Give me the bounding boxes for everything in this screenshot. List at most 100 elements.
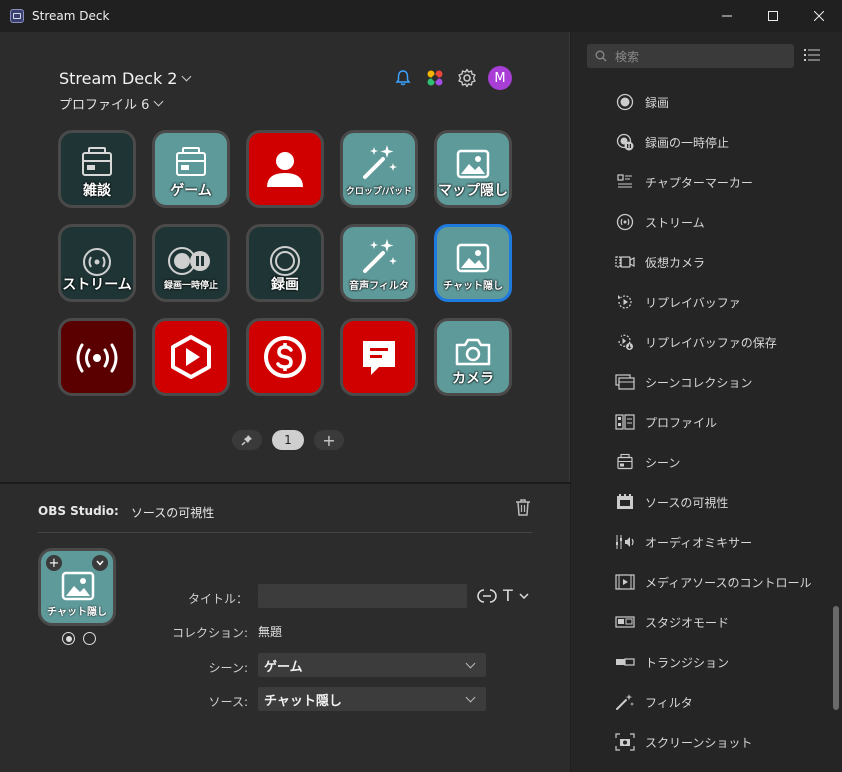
action-audio-mixer[interactable]: オーディオミキサー <box>571 522 831 562</box>
profile-name: プロファイル 6 <box>59 98 150 113</box>
minimize-button[interactable] <box>704 0 750 32</box>
profile-selector[interactable]: プロファイル 6 <box>59 94 164 113</box>
delete-button[interactable] <box>515 498 531 519</box>
add-state-button[interactable]: + <box>46 555 62 571</box>
list-view-button[interactable] <box>804 48 820 65</box>
action-media-control[interactable]: メディアソースのコントロール <box>571 562 831 602</box>
page-indicator[interactable]: 1 <box>272 430 304 450</box>
key-chat-hide[interactable]: チャット隠し <box>434 224 512 302</box>
studio-mode-icon <box>615 616 635 628</box>
key-chat[interactable] <box>340 318 418 396</box>
key-label: ストリーム <box>62 277 132 293</box>
action-name: ソースの可視性 <box>130 506 215 520</box>
chapter-marker-icon <box>617 174 632 188</box>
scene-icon <box>82 147 112 176</box>
transition-icon <box>616 658 635 666</box>
record-pause-icon <box>616 133 634 151</box>
device-name: Stream Deck 2 <box>59 69 178 88</box>
scene-label: シーン: <box>208 661 248 675</box>
state-menu-button[interactable] <box>92 555 108 571</box>
action-label: シーンコレクション <box>645 375 753 390</box>
notification-button[interactable] <box>392 67 414 89</box>
action-label: スタジオモード <box>645 615 730 630</box>
state-radio-1[interactable] <box>62 632 75 645</box>
key-map-hide[interactable]: マップ隠し <box>434 130 512 208</box>
avatar[interactable]: M <box>488 66 512 90</box>
key-record[interactable]: 録画 <box>246 224 324 302</box>
action-scene-collection[interactable]: シーンコレクション <box>571 362 831 402</box>
audio-mixer-icon <box>616 535 634 549</box>
title-label: タイトル： <box>187 592 248 606</box>
key-camera[interactable]: カメラ <box>434 318 512 396</box>
action-chapter-marker[interactable]: チャプターマーカー <box>571 162 831 202</box>
device-selector[interactable]: Stream Deck 2 <box>59 69 192 88</box>
state-radio-2[interactable] <box>83 632 96 645</box>
source-label: ソース: <box>208 695 248 709</box>
broadcast-icon <box>76 343 118 373</box>
key-record-pause[interactable]: 録画一時停止 <box>152 224 230 302</box>
source-value: チャット隠し <box>264 693 342 709</box>
virtual-camera-icon <box>615 256 635 268</box>
scene-icon <box>176 147 206 176</box>
key-game[interactable]: ゲーム <box>152 130 230 208</box>
action-scene[interactable]: シーン <box>571 442 831 482</box>
link-icon[interactable] <box>477 587 497 605</box>
chevron-down-icon <box>182 71 192 82</box>
key-person[interactable] <box>246 130 324 208</box>
image-icon <box>456 149 490 179</box>
stream-icon <box>616 213 634 231</box>
dollar-icon <box>264 336 306 378</box>
source-select[interactable]: チャット隠し <box>258 687 486 711</box>
magic-wand-icon <box>363 145 397 179</box>
action-replay-buffer[interactable]: リプレイバッファ <box>571 282 831 322</box>
action-record-pause[interactable]: 録画の一時停止 <box>571 122 831 162</box>
title-input[interactable] <box>258 584 467 608</box>
key-label: 音声フィルタ <box>349 281 409 292</box>
plugin-name: OBS Studio: <box>38 504 119 518</box>
key-video-play[interactable] <box>152 318 230 396</box>
maximize-button[interactable] <box>750 0 796 32</box>
key-zatsudan[interactable]: 雑談 <box>58 130 136 208</box>
action-stream[interactable]: ストリーム <box>571 202 831 242</box>
key-stream[interactable]: ストリーム <box>58 224 136 302</box>
scene-select[interactable]: ゲーム <box>258 653 486 677</box>
record-icon <box>616 93 634 111</box>
add-page-button[interactable]: + <box>314 430 344 450</box>
action-label: シーン <box>645 455 681 470</box>
action-label: チャプターマーカー <box>645 175 753 190</box>
text-format-button[interactable]: T <box>503 586 513 605</box>
marketplace-button[interactable] <box>424 67 446 89</box>
key-audio-filter[interactable]: 音声フィルタ <box>340 224 418 302</box>
scrollbar[interactable] <box>830 82 842 772</box>
magic-wand-icon <box>363 239 397 273</box>
action-transition[interactable]: トランジション <box>571 642 831 682</box>
action-replay-save[interactable]: リプレイバッファの保存 <box>571 322 831 362</box>
chevron-down-icon <box>465 658 476 668</box>
person-icon <box>267 152 303 187</box>
action-profile[interactable]: プロファイル <box>571 402 831 442</box>
action-virtual-camera[interactable]: 仮想カメラ <box>571 242 831 282</box>
key-crop-pad[interactable]: クロップ/パッド <box>340 130 418 208</box>
property-inspector: OBS Studio: ソースの可視性 + チャット隠し タイトル： T コレク… <box>0 484 570 772</box>
search-input[interactable]: 検索 <box>587 44 794 68</box>
scrollbar-thumb[interactable] <box>833 606 839 710</box>
key-label: ゲーム <box>170 183 212 199</box>
action-studio-mode[interactable]: スタジオモード <box>571 602 831 642</box>
window-title: Stream Deck <box>32 9 110 23</box>
action-record[interactable]: 録画 <box>571 82 831 122</box>
action-source-visibility[interactable]: ソースの可視性 <box>571 482 831 522</box>
replay-buffer-icon <box>618 295 632 309</box>
close-button[interactable] <box>796 0 842 32</box>
pin-button[interactable] <box>232 430 262 450</box>
key-preview[interactable]: + チャット隠し <box>38 548 116 626</box>
key-label: チャット隠し <box>443 281 503 292</box>
canvas-panel: Stream Deck 2 プロファイル 6 M 雑談 ゲーム クロップ/パッド… <box>0 32 570 772</box>
search-placeholder: 検索 <box>615 49 640 64</box>
action-screenshot[interactable]: スクリーンショット <box>571 722 831 762</box>
settings-button[interactable] <box>456 67 478 89</box>
key-donation[interactable] <box>246 318 324 396</box>
key-broadcast[interactable] <box>58 318 136 396</box>
key-label: 雑談 <box>83 183 111 199</box>
chevron-down-icon <box>465 692 476 702</box>
action-filter[interactable]: フィルタ <box>571 682 831 722</box>
